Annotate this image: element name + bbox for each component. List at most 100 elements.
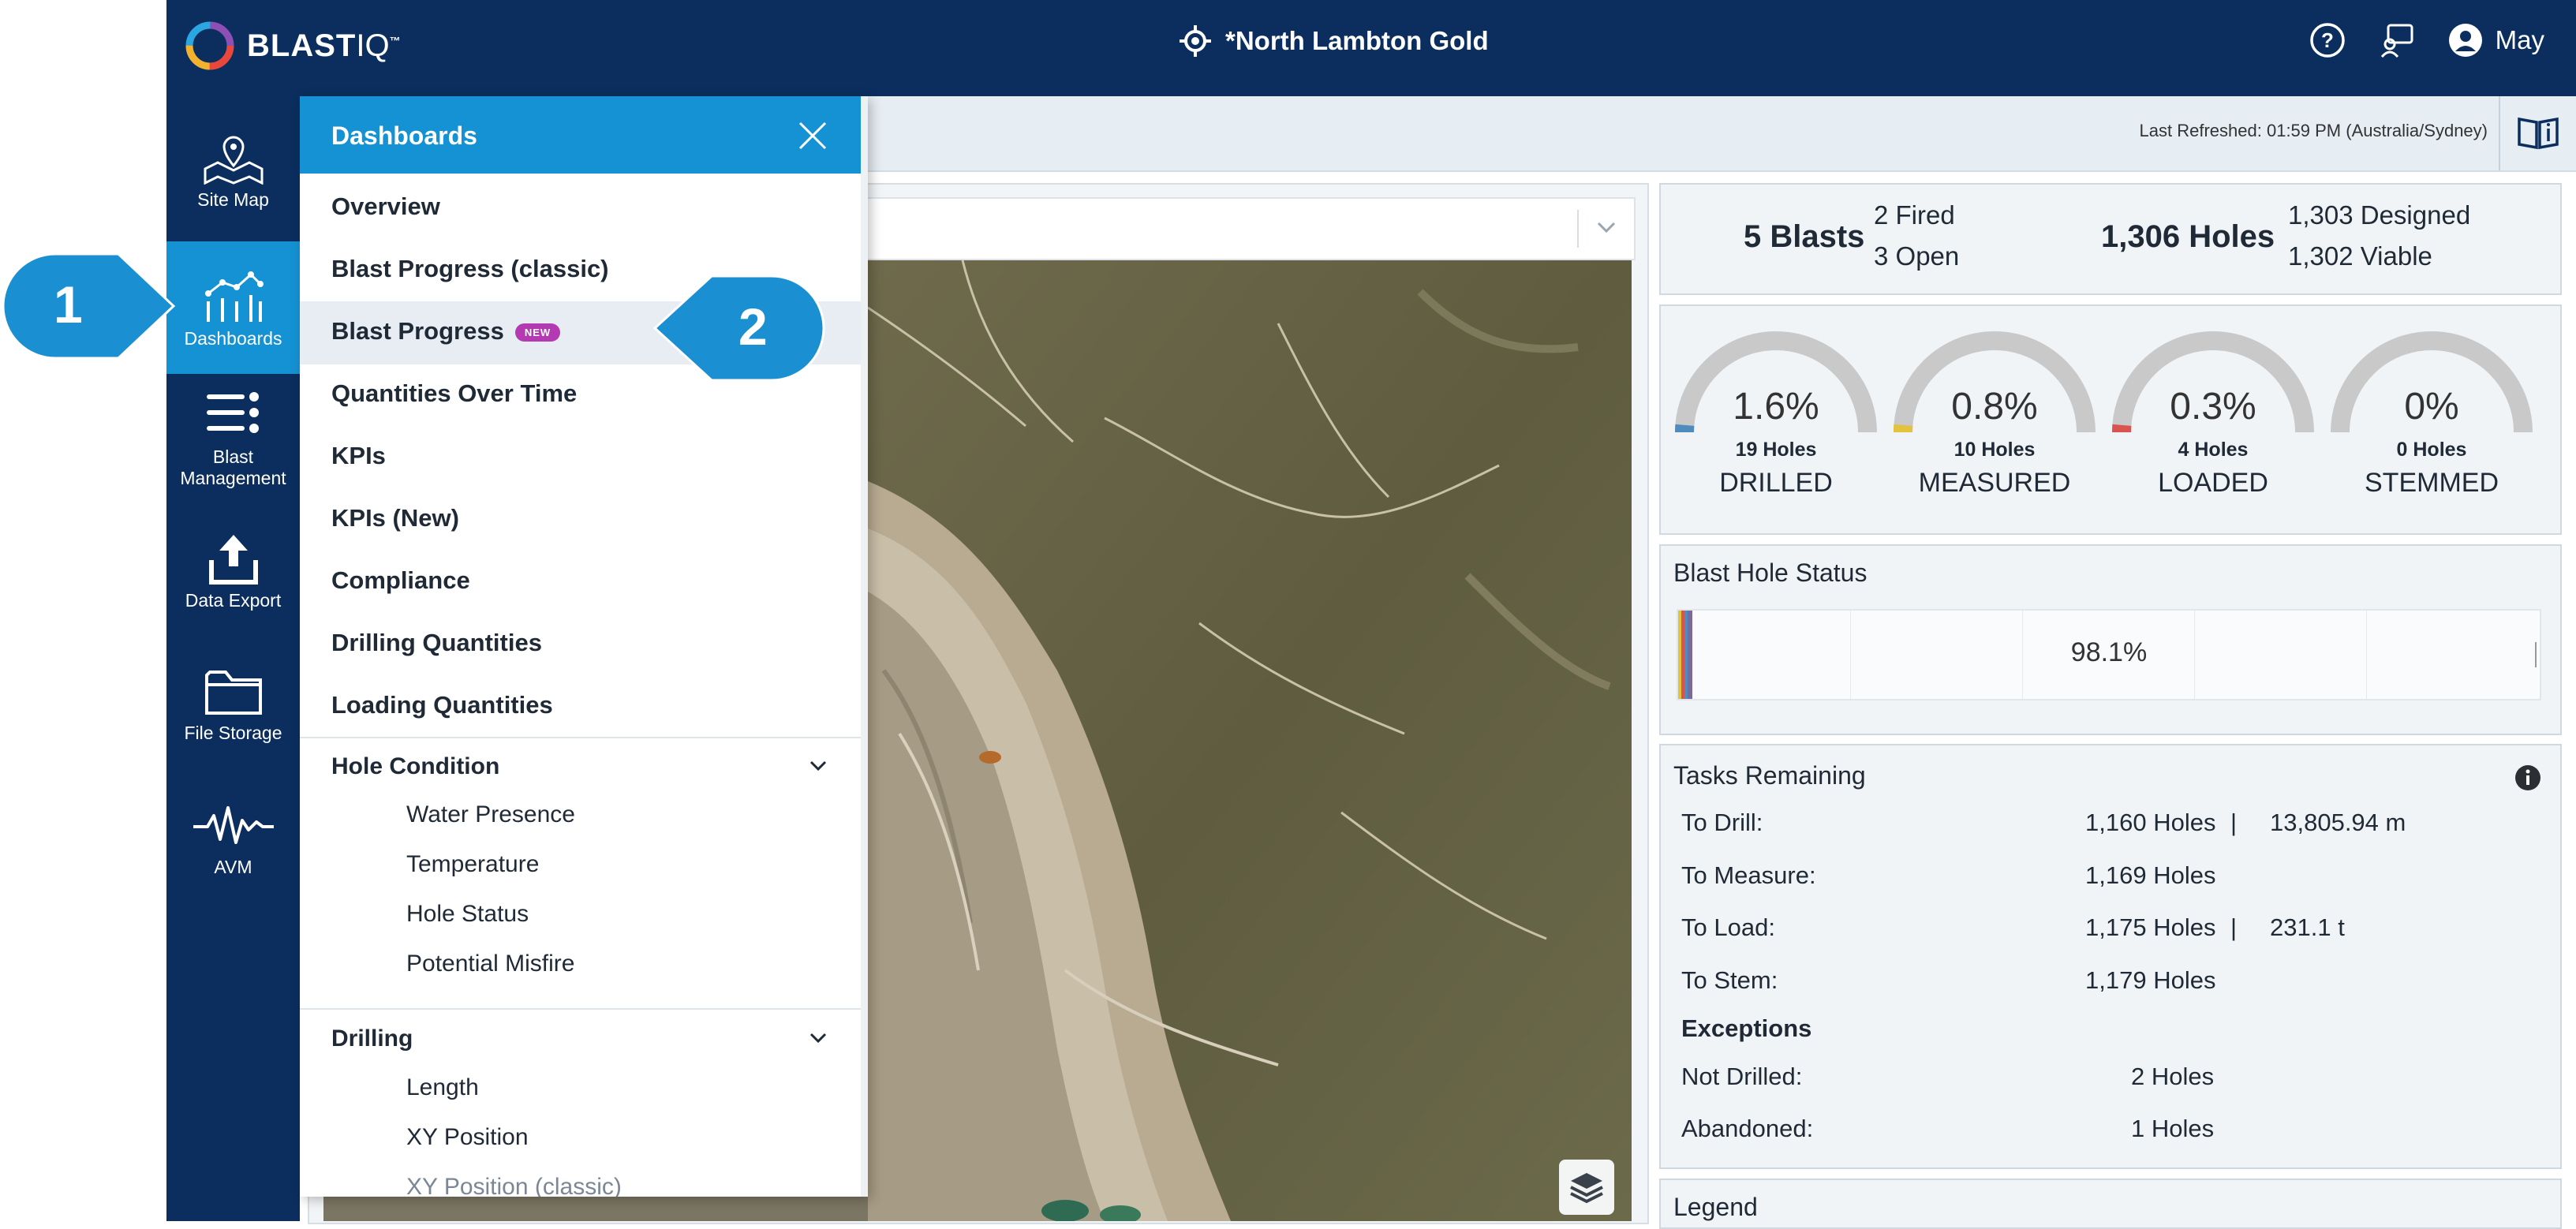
gauge-stemmed[interactable]: 0% 0 Holes STEMMED	[2329, 330, 2534, 499]
callout-2: 2	[652, 273, 827, 383]
menu-item-drilling-quantities[interactable]: Drilling Quantities	[331, 629, 542, 657]
info-icon[interactable]	[2514, 764, 2541, 791]
menu-scrollbar[interactable]	[861, 96, 868, 1197]
menu-item-xy-position[interactable]: XY Position	[406, 1124, 529, 1151]
exceptions-heading: Exceptions	[1681, 1014, 1812, 1042]
task-label: To Load:	[1681, 913, 1775, 941]
svg-text:?: ?	[2321, 28, 2334, 52]
task-label: To Measure:	[1681, 861, 1816, 889]
gauge-drilled[interactable]: 1.6% 19 Holes DRILLED	[1673, 330, 1879, 499]
gauge-percent: 1.6%	[1733, 386, 1819, 428]
menu-divider	[300, 737, 861, 738]
new-badge: NEW	[514, 323, 561, 342]
chevron-down-icon[interactable]	[809, 1031, 828, 1045]
nav-label: Site Map	[197, 189, 269, 210]
task-holes: 1,160 Holes	[2085, 809, 2216, 836]
legend-panel[interactable]: Legend	[1659, 1179, 2562, 1229]
map-blast-selector[interactable]	[862, 197, 1636, 260]
nav-data-export[interactable]: Data Export	[166, 532, 300, 611]
task-separator: |	[2230, 809, 2238, 836]
book-icon	[2518, 117, 2559, 150]
menu-item-kpis[interactable]: KPIs	[331, 442, 386, 470]
left-nav: Site Map Dashboards Blast Management Dat…	[166, 96, 300, 1221]
gauge-holes: 19 Holes	[1735, 439, 1817, 461]
nav-site-map[interactable]: Site Map	[166, 134, 300, 211]
menu-item-hole-status[interactable]: Hole Status	[406, 901, 529, 928]
site-name: *North Lambton Gold	[1225, 26, 1489, 55]
gauge-percent: 0.8%	[1951, 386, 2038, 428]
progress-gauges-panel: 1.6% 19 Holes DRILLED 0.8% 10 Holes MEAS…	[1659, 304, 2562, 535]
menu-item-overview[interactable]: Overview	[331, 192, 440, 221]
site-selector[interactable]: *North Lambton Gold	[1180, 25, 1489, 57]
help-icon[interactable]: ?	[2309, 22, 2346, 58]
menu-item-length[interactable]: Length	[406, 1074, 479, 1101]
menu-divider	[300, 1008, 861, 1010]
task-holes: 1 Holes	[2131, 1115, 2215, 1142]
menu-item-temperature[interactable]: Temperature	[406, 851, 539, 878]
last-refreshed: Last Refreshed: 01:59 PM (Australia/Sydn…	[2139, 121, 2488, 140]
menu-item-blast-progress-classic[interactable]: Blast Progress (classic)	[331, 255, 609, 283]
open-count: 3 Open	[1874, 241, 1960, 271]
menu-item-loading-quantities[interactable]: Loading Quantities	[331, 691, 553, 719]
menu-item-quantities-over-time[interactable]: Quantities Over Time	[331, 379, 577, 408]
status-percent: 98.1%	[2070, 637, 2148, 667]
gauge-percent: 0.3%	[2170, 386, 2256, 428]
callout-1: 1	[0, 251, 178, 361]
task-holes: 1,179 Holes	[2085, 966, 2216, 994]
satellite-map[interactable]	[868, 260, 1632, 1221]
gauge-label: STEMMED	[2365, 468, 2499, 498]
app-logo[interactable]: BLASTIQ™	[184, 20, 402, 72]
logo-text: BLASTIQ™	[247, 28, 402, 63]
blast-hole-status-panel: Blast Hole Status 98.1%	[1659, 544, 2562, 735]
callout-number: 2	[738, 297, 768, 356]
nav-label: File Storage	[184, 723, 282, 743]
task-label: To Drill:	[1681, 809, 1763, 836]
task-holes: 1,169 Holes	[2085, 861, 2216, 889]
nav-blast-management[interactable]: Blast Management	[166, 388, 300, 489]
gauge-label: LOADED	[2158, 468, 2268, 498]
section-drilling[interactable]: Drilling	[331, 1025, 413, 1052]
section-hole-condition[interactable]: Hole Condition	[331, 753, 499, 780]
nav-label: Data Export	[185, 590, 282, 611]
guide-button[interactable]	[2499, 96, 2576, 170]
menu-item-compliance[interactable]: Compliance	[331, 566, 470, 595]
menu-item-potential-misfire[interactable]: Potential Misfire	[406, 951, 574, 977]
menu-item-kpis-new[interactable]: KPIs (New)	[331, 504, 459, 532]
status-bar[interactable]: 98.1%	[1677, 609, 2541, 700]
menu-item-blast-progress[interactable]: Blast Progress NEW	[331, 317, 561, 346]
folder-icon	[204, 671, 262, 715]
upload-icon	[208, 535, 258, 585]
support-chat-icon[interactable]	[2379, 22, 2415, 58]
list-settings-icon	[206, 392, 259, 433]
menu-header: Dashboards	[300, 96, 861, 174]
close-icon[interactable]	[797, 120, 828, 151]
waveform-icon	[193, 806, 274, 844]
nav-file-storage[interactable]: File Storage	[166, 664, 300, 744]
map-layers-button[interactable]	[1559, 1160, 1614, 1215]
user-avatar-icon	[2448, 24, 2482, 57]
user-name: May	[2495, 25, 2544, 54]
gauge-loaded[interactable]: 0.3% 4 Holes LOADED	[2111, 330, 2316, 499]
designed-count: 1,303 Designed	[2288, 200, 2471, 230]
menu-item-water-presence[interactable]: Water Presence	[406, 801, 575, 828]
nav-avm[interactable]: AVM	[166, 798, 300, 878]
panel-title: Tasks Remaining	[1673, 761, 1866, 790]
nav-dashboards[interactable]: Dashboards	[166, 241, 300, 374]
hole-count: 1,306 Holes	[2101, 219, 2275, 254]
user-menu[interactable]: May	[2448, 23, 2544, 58]
menu-title: Dashboards	[331, 121, 477, 150]
menu-item-xy-position-classic[interactable]: XY Position (classic)	[406, 1174, 622, 1197]
task-holes: 2 Holes	[2131, 1063, 2215, 1090]
chevron-down-icon[interactable]	[809, 759, 828, 773]
gauge-holes: 10 Holes	[1953, 439, 2036, 461]
task-label: Not Drilled:	[1681, 1063, 1803, 1090]
nav-label: Dashboards	[184, 328, 282, 349]
task-label: To Stem:	[1681, 966, 1778, 994]
layers-icon	[1570, 1173, 1603, 1204]
location-target-icon	[1180, 25, 1211, 57]
top-actions: ? May	[2309, 22, 2544, 58]
chevron-down-icon	[1597, 222, 1616, 233]
gauge-measured[interactable]: 0.8% 10 Holes MEASURED	[1892, 330, 2097, 499]
panel-title: Legend	[1673, 1193, 1758, 1221]
summary-panel: 5 Blasts 2 Fired 3 Open 1,306 Holes 1,30…	[1659, 183, 2562, 295]
